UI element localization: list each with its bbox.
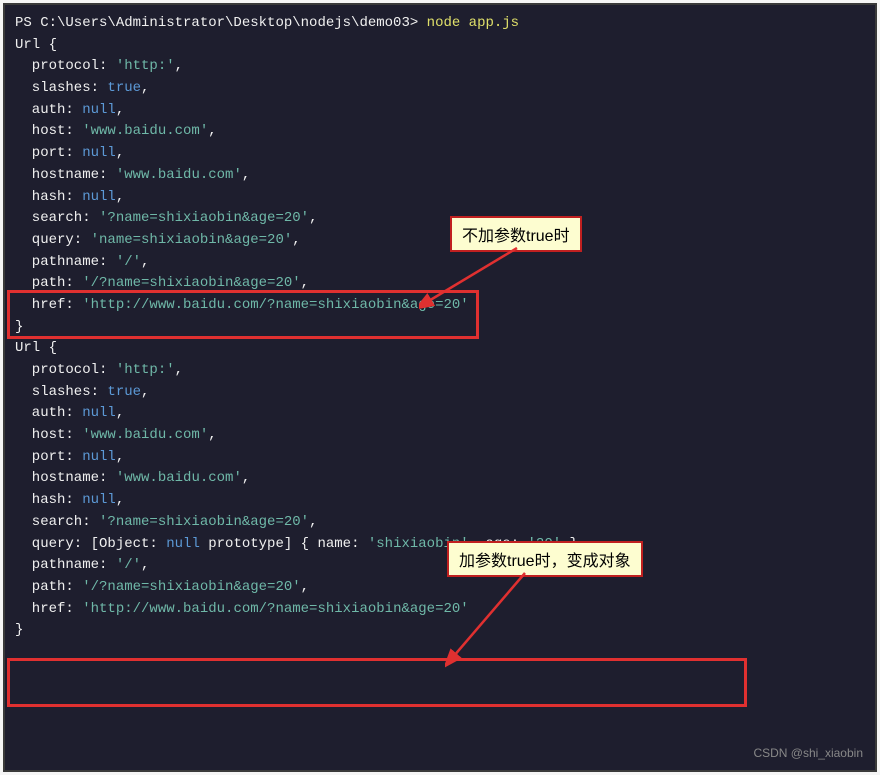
output-line: hostname: 'www.baidu.com', (15, 468, 865, 490)
output-line: href: 'http://www.baidu.com/?name=shixia… (15, 295, 865, 317)
output-line: protocol: 'http:', (15, 360, 865, 382)
output-line: hash: null, (15, 490, 865, 512)
output-line: href: 'http://www.baidu.com/?name=shixia… (15, 599, 865, 621)
output-line: search: '?name=shixiaobin&age=20', (15, 208, 865, 230)
output-line: } (15, 620, 865, 642)
output-line: path: '/?name=shixiaobin&age=20', (15, 577, 865, 599)
output-line: Url { (15, 35, 865, 57)
output-line: path: '/?name=shixiaobin&age=20', (15, 273, 865, 295)
output-line: } (15, 317, 865, 339)
output-line: host: 'www.baidu.com', (15, 425, 865, 447)
output-line: port: null, (15, 447, 865, 469)
output-line: host: 'www.baidu.com', (15, 121, 865, 143)
output-line: port: null, (15, 143, 865, 165)
output-line: auth: null, (15, 403, 865, 425)
command-text: node app.js (427, 15, 519, 31)
output-line: pathname: '/', (15, 252, 865, 274)
terminal-window: PS C:\Users\Administrator\Desktop\nodejs… (3, 3, 877, 772)
annotation-box-2: 加参数true时，变成对象 (447, 541, 643, 577)
output-line: pathname: '/', (15, 555, 865, 577)
watermark-text: CSDN @shi_xiaobin (753, 746, 863, 760)
output-line: query: [Object: null prototype] { name: … (15, 534, 865, 556)
output-line: slashes: true, (15, 78, 865, 100)
output-line: search: '?name=shixiaobin&age=20', (15, 512, 865, 534)
command-line: PS C:\Users\Administrator\Desktop\nodejs… (15, 13, 865, 35)
annotation-box-1: 不加参数true时 (450, 216, 582, 252)
highlight-box-2 (7, 658, 747, 707)
output-line: protocol: 'http:', (15, 56, 865, 78)
prompt-text: PS C:\Users\Administrator\Desktop\nodejs… (15, 15, 427, 31)
output-line: slashes: true, (15, 382, 865, 404)
output-line: query: 'name=shixiaobin&age=20', (15, 230, 865, 252)
output-line: hash: null, (15, 187, 865, 209)
output-line: hostname: 'www.baidu.com', (15, 165, 865, 187)
output-line: auth: null, (15, 100, 865, 122)
output-line: Url { (15, 338, 865, 360)
